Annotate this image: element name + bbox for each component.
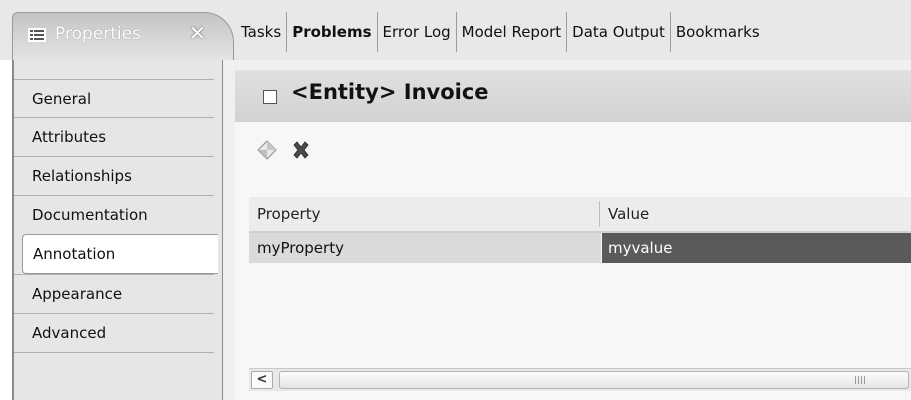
- sidebar-item-general[interactable]: General: [14, 79, 214, 117]
- scrollbar-thumb[interactable]: [279, 371, 909, 389]
- properties-table-header: Property Value: [249, 197, 911, 233]
- entity-checkbox[interactable]: [263, 90, 277, 104]
- add-diamond-icon[interactable]: [257, 140, 277, 164]
- table-empty-area: [249, 263, 911, 369]
- sidebar-item-attributes[interactable]: Attributes: [14, 117, 214, 155]
- column-divider[interactable]: [599, 201, 600, 227]
- scroll-left-arrow-icon[interactable]: <: [251, 371, 273, 389]
- sidebar-item-annotation[interactable]: Annotation: [22, 234, 218, 274]
- tab-error-log[interactable]: Error Log: [376, 12, 456, 52]
- close-icon[interactable]: ✕: [189, 21, 206, 45]
- list-icon: [28, 28, 46, 42]
- table-row[interactable]: myProperty myvalue: [249, 233, 911, 263]
- tab-bookmarks[interactable]: Bookmarks: [669, 12, 765, 52]
- properties-main-panel: <Entity> Invoice Property Value myProper…: [222, 60, 911, 400]
- sidebar-item-appearance[interactable]: Appearance: [14, 274, 214, 312]
- sidebar-item-advanced[interactable]: Advanced: [14, 313, 214, 351]
- sidebar-item-documentation[interactable]: Documentation: [14, 195, 214, 233]
- column-header-value[interactable]: Value: [608, 197, 649, 231]
- tab-model-report[interactable]: Model Report: [455, 12, 567, 52]
- tab-data-output[interactable]: Data Output: [566, 12, 670, 52]
- tab-problems[interactable]: Problems: [286, 12, 376, 52]
- grip-icon: [855, 376, 867, 384]
- view-tabs: Tasks Problems Error Log Model Report Da…: [236, 12, 765, 52]
- tab-tasks[interactable]: Tasks: [236, 12, 286, 52]
- cell-property[interactable]: myProperty: [249, 233, 601, 263]
- properties-content: <Entity> Invoice Property Value myProper…: [235, 70, 911, 400]
- tab-properties-label: Properties: [55, 24, 141, 44]
- sidebar-divider: [14, 352, 214, 353]
- tab-properties[interactable]: Properties ✕: [12, 12, 234, 60]
- delete-x-icon[interactable]: [291, 140, 311, 164]
- view-tab-bar: Properties ✕ Tasks Problems Error Log Mo…: [0, 0, 911, 60]
- horizontal-scrollbar[interactable]: <: [249, 368, 911, 391]
- section-header: <Entity> Invoice: [235, 70, 911, 122]
- sidebar-item-relationships[interactable]: Relationships: [14, 156, 214, 194]
- page-title: <Entity> Invoice: [291, 80, 489, 104]
- cell-value[interactable]: myvalue: [602, 233, 911, 263]
- column-header-property[interactable]: Property: [257, 197, 320, 231]
